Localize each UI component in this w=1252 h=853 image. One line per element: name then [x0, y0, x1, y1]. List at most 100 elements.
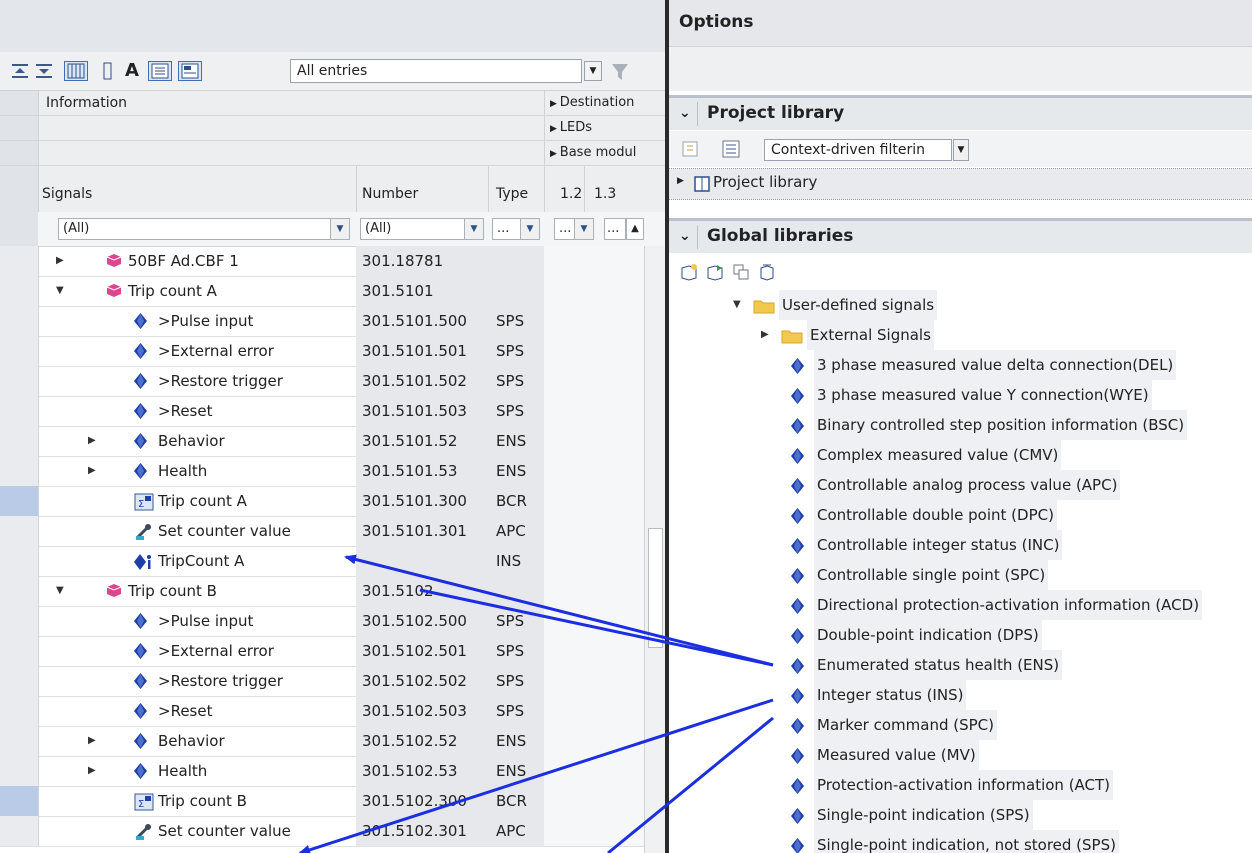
number-filter[interactable]: (All) ▼	[360, 218, 484, 240]
table-row[interactable]: ▼ Trip count A 301.5101	[0, 276, 665, 307]
table-row[interactable]: >Pulse input 301.5102.500 SPS	[0, 606, 665, 637]
row-gutter[interactable]	[0, 396, 39, 426]
row-gutter[interactable]	[0, 666, 39, 696]
row-gutter[interactable]	[0, 576, 39, 606]
library-signal-item[interactable]: Controllable analog process value (APC)	[669, 470, 1252, 500]
save-library-icon[interactable]	[731, 262, 751, 286]
column-1-2-header[interactable]: 1.2	[560, 182, 582, 206]
library-view-icon[interactable]	[681, 139, 701, 163]
chevron-down-icon[interactable]: ▼	[520, 219, 539, 239]
row-gutter[interactable]	[0, 246, 39, 276]
row-gutter[interactable]	[0, 456, 39, 486]
project-library-tree-item[interactable]: ▶ Project library	[669, 168, 1252, 200]
chevron-down-icon[interactable]: ⌄	[679, 105, 691, 121]
library-signal-item[interactable]: Protection-activation information (ACT)	[669, 770, 1252, 800]
table-row[interactable]: Set counter value 301.5102.301 APC	[0, 816, 665, 847]
row-gutter[interactable]	[0, 606, 39, 636]
library-signal-item[interactable]: Enumerated status health (ENS)	[669, 650, 1252, 680]
signals-column-header[interactable]: Signals	[42, 182, 92, 206]
table-row[interactable]: ▶ Behavior 301.5102.52 ENS	[0, 726, 665, 757]
project-library-section-header[interactable]: ⌄ Project library	[669, 95, 1252, 130]
collapse-all-icon[interactable]	[34, 61, 54, 81]
chevron-down-icon[interactable]: ▼	[953, 139, 969, 161]
library-signal-item[interactable]: Controllable single point (SPC)	[669, 560, 1252, 590]
row-gutter[interactable]	[0, 696, 39, 726]
row-gutter[interactable]	[0, 786, 39, 816]
table-row[interactable]: Set counter value 301.5101.301 APC	[0, 516, 665, 547]
table-row[interactable]: ▼ Trip count B 301.5102	[0, 576, 665, 607]
scrollbar-thumb[interactable]	[648, 528, 663, 648]
caret-right-icon[interactable]: ▶	[677, 176, 684, 186]
entries-filter-select[interactable]: All entries	[290, 59, 582, 83]
row-gutter[interactable]	[0, 816, 39, 846]
library-signal-item[interactable]: Controllable double point (DPC)	[669, 500, 1252, 530]
number-column-header[interactable]: Number	[362, 182, 418, 206]
open-library-icon[interactable]	[679, 262, 699, 286]
signals-filter[interactable]: (All) ▼	[58, 218, 350, 240]
table-row[interactable]: >Restore trigger 301.5102.502 SPS	[0, 666, 665, 697]
library-signal-item[interactable]: Single-point indication, not stored (SPS…	[669, 830, 1252, 853]
table-row[interactable]: >Reset 301.5101.503 SPS	[0, 396, 665, 427]
row-gutter[interactable]	[0, 276, 39, 306]
chevron-down-icon[interactable]: ▼	[584, 61, 602, 81]
close-library-icon[interactable]	[757, 262, 777, 286]
base-module-header[interactable]: ▶ Base modul	[550, 141, 636, 166]
row-gutter[interactable]	[0, 366, 39, 396]
leds-header[interactable]: ▶ LEDs	[550, 116, 592, 141]
update-library-icon[interactable]	[705, 262, 725, 286]
library-folder-item[interactable]: ▼ User-defined signals	[669, 290, 1252, 320]
caret-right-icon[interactable]: ▶	[56, 246, 64, 276]
type-column-header[interactable]: Type	[496, 182, 528, 206]
table-row[interactable]: Σ Trip count A 301.5101.300 BCR	[0, 486, 665, 517]
table-row[interactable]: >Pulse input 301.5101.500 SPS	[0, 306, 665, 337]
library-signal-item[interactable]: Double-point indication (DPS)	[669, 620, 1252, 650]
chevron-down-icon[interactable]: ▼	[574, 219, 593, 239]
library-signal-item[interactable]: Integer status (INS)	[669, 680, 1252, 710]
chevron-down-icon[interactable]: ⌄	[679, 228, 691, 244]
destination-header[interactable]: ▶ Destination	[550, 91, 634, 116]
column-1-3-header[interactable]: 1.3	[594, 182, 616, 206]
chevron-down-icon[interactable]: ▼	[330, 219, 349, 239]
library-signal-item[interactable]: Controllable integer status (INC)	[669, 530, 1252, 560]
library-signal-item[interactable]: 3 phase measured value delta connection(…	[669, 350, 1252, 380]
table-row[interactable]: >External error 301.5101.501 SPS	[0, 336, 665, 367]
list-view-icon[interactable]	[148, 61, 172, 81]
row-gutter[interactable]	[0, 756, 39, 786]
caret-right-icon[interactable]: ▶	[761, 320, 769, 350]
row-gutter[interactable]	[0, 726, 39, 756]
scroll-up-icon[interactable]: ▲	[626, 218, 644, 240]
table-row[interactable]: Σ Trip count B 301.5102.300 BCR	[0, 786, 665, 817]
row-gutter[interactable]	[0, 486, 39, 516]
library-signal-item[interactable]: Measured value (MV)	[669, 740, 1252, 770]
library-signal-item[interactable]: Directional protection-activation inform…	[669, 590, 1252, 620]
column-1-3-filter[interactable]: ...	[604, 218, 626, 240]
library-folder-item[interactable]: ▶ External Signals	[669, 320, 1252, 350]
row-gutter[interactable]	[0, 636, 39, 666]
list-icon[interactable]	[721, 139, 741, 163]
library-signal-item[interactable]: 3 phase measured value Y connection(WYE)	[669, 380, 1252, 410]
row-gutter[interactable]	[0, 546, 39, 576]
caret-down-icon[interactable]: ▼	[56, 576, 64, 606]
global-libraries-section-header[interactable]: ⌄ Global libraries	[669, 218, 1252, 253]
table-row[interactable]: ▶ Health 301.5101.53 ENS	[0, 456, 665, 487]
table-row[interactable]: >Reset 301.5102.503 SPS	[0, 696, 665, 727]
library-signal-item[interactable]: Binary controlled step position informat…	[669, 410, 1252, 440]
detail-view-icon[interactable]	[178, 61, 202, 81]
row-gutter[interactable]	[0, 336, 39, 366]
column-1-2-filter[interactable]: ... ▼	[554, 218, 594, 240]
table-row[interactable]: ▶ 50BF Ad.CBF 1 301.18781	[0, 246, 665, 277]
font-icon[interactable]: A	[122, 61, 142, 81]
row-gutter[interactable]	[0, 426, 39, 456]
context-filter-select[interactable]: Context-driven filterin	[764, 139, 952, 161]
chevron-down-icon[interactable]: ▼	[464, 219, 483, 239]
caret-down-icon[interactable]: ▼	[733, 290, 741, 320]
library-signal-item[interactable]: Complex measured value (CMV)	[669, 440, 1252, 470]
table-row[interactable]: >Restore trigger 301.5101.502 SPS	[0, 366, 665, 397]
library-signal-item[interactable]: Single-point indication (SPS)	[669, 800, 1252, 830]
filter-icon[interactable]	[610, 62, 632, 87]
type-filter[interactable]: ... ▼	[492, 218, 540, 240]
caret-right-icon[interactable]: ▶	[88, 756, 96, 786]
expand-all-icon[interactable]	[10, 61, 30, 81]
table-row[interactable]: ▶ Behavior 301.5101.52 ENS	[0, 426, 665, 457]
caret-down-icon[interactable]: ▼	[56, 276, 64, 306]
